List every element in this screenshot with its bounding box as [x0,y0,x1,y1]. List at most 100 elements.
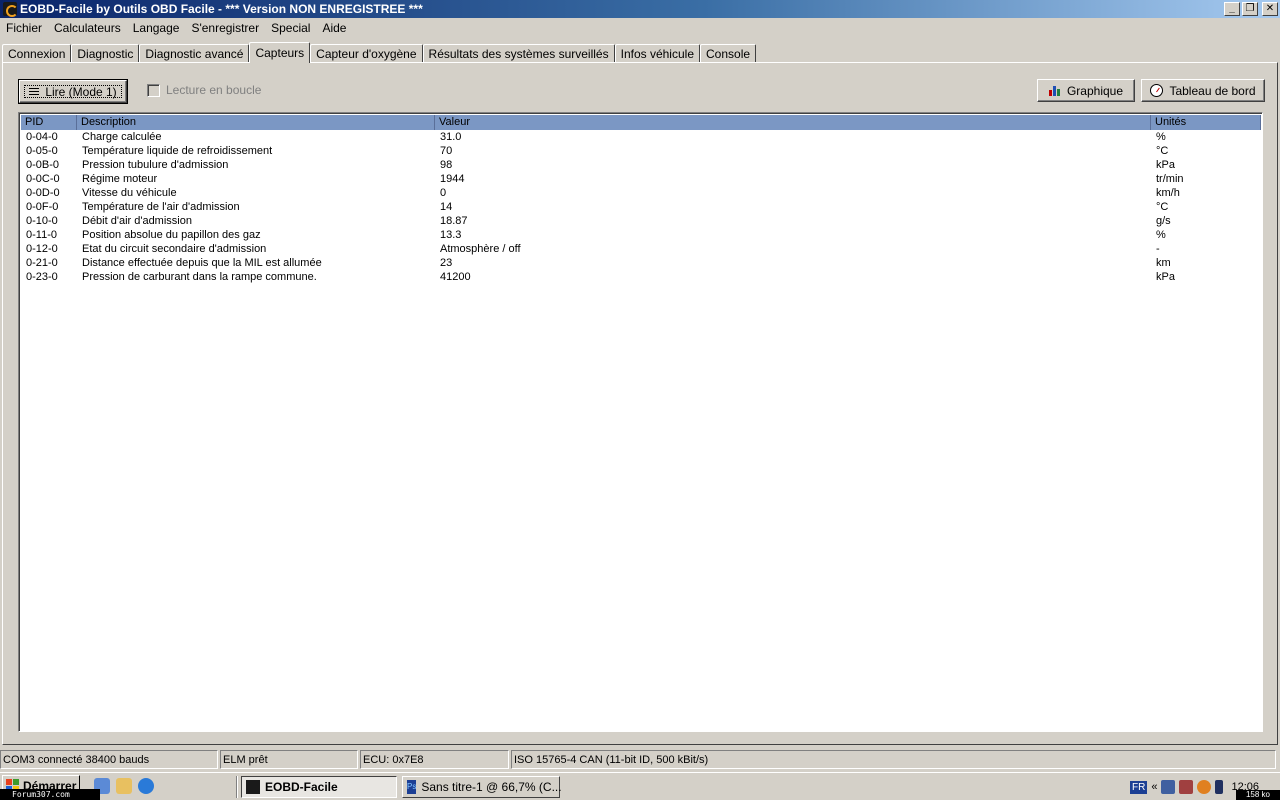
cell-description: Etat du circuit secondaire d'admission [82,243,267,255]
taskbar-photoshop-label: Sans titre-1 @ 66,7% (C... [421,780,562,794]
status-port: COM3 connecté 38400 bauds [0,750,218,769]
table-row[interactable]: 0-10-0 Débit d'air d'admission 18.87 g/s [21,214,1261,228]
cell-value: 41200 [440,271,471,283]
cell-unit: % [1156,229,1166,241]
cell-pid: 0-0B-0 [26,159,60,171]
column-header-valeur[interactable]: Valeur [435,115,1151,130]
cell-value: 23 [440,257,453,269]
cell-unit: kPa [1156,271,1175,283]
menu-aide[interactable]: Aide [316,18,352,38]
sensor-table[interactable]: PID Description Valeur Unités 0-04-0 Char… [18,112,1263,732]
tab-connexion[interactable]: Connexion [2,44,72,63]
cell-description: Position absolue du papillon des gaz [82,229,261,241]
cell-pid: 0-04-0 [26,131,58,143]
close-button[interactable]: ✕ [1262,2,1278,16]
status-ecu: ECU: 0x7E8 [360,750,509,769]
gauge-icon [1150,84,1164,97]
column-header-description[interactable]: Description [77,115,435,130]
taskbar-eobd-label: EOBD-Facile [265,780,338,794]
minimize-button[interactable]: _ [1224,2,1240,16]
cell-pid: 0-23-0 [26,271,58,283]
table-row[interactable]: 0-04-0 Charge calculée 31.0% [21,130,1261,144]
cell-unit: % [1156,131,1166,143]
cell-value: 31.0 [440,131,462,143]
file-size-watermark: 158 ko [1236,790,1280,800]
cell-value: 70 [440,145,453,157]
graph-button[interactable]: Graphique [1037,79,1135,102]
table-row[interactable]: 0-05-0 Température liquide de refroidisse… [21,144,1261,158]
cell-value: 98 [440,159,453,171]
table-row[interactable]: 0-23-0 Pression de carburant dans la ramp… [21,270,1261,284]
column-header-pid[interactable]: PID [21,115,77,130]
graph-label: Graphique [1066,83,1124,98]
cell-value: 14 [440,201,453,213]
tab-diagnostic-avance[interactable]: Diagnostic avancé [139,44,250,63]
table-row[interactable]: 0-0D-0 Vitesse du véhicule 0 km/h [21,186,1261,200]
cell-value: 13.3 [440,229,462,241]
cell-pid: 0-05-0 [26,145,58,157]
taskbar: Démarrer EOBD-Facile Ps Sans titre-1 @ 6… [0,772,1280,800]
tab-resultats-systemes[interactable]: Résultats des systèmes surveillés [422,44,615,63]
cell-pid: 0-11-0 [26,229,57,241]
table-row[interactable]: 0-21-0 Distance effectuée depuis que la M… [21,256,1261,270]
menu-langage[interactable]: Langage [127,18,186,38]
network-icon[interactable] [1161,780,1176,794]
language-indicator[interactable]: FR [1130,780,1148,794]
loop-reading-option: Lecture en boucle [147,83,261,97]
loop-reading-checkbox[interactable] [147,83,160,97]
menu-calculateurs[interactable]: Calculateurs [48,18,127,38]
title-bar: EOBD-Facile by Outils OBD Facile - *** V… [0,0,1280,18]
cell-value: 1944 [440,173,465,185]
eobd-app-icon [246,780,260,794]
read-mode1-button[interactable]: Lire (Mode 1) [18,79,128,104]
tab-infos-vehicule[interactable]: Infos véhicule [614,44,700,63]
bar-chart-icon [1048,85,1061,96]
table-row[interactable]: 0-0F-0 Température de l'air d'admission 14… [21,200,1261,214]
tab-capteurs[interactable]: Capteurs [249,42,311,63]
table-row[interactable]: 0-0C-0 Régime moteur 1944 tr/min [21,172,1261,186]
tab-diagnostic[interactable]: Diagnostic [71,44,140,63]
cell-pid: 0-0D-0 [26,187,60,199]
cell-value: 18.87 [440,215,468,227]
cell-unit: - [1156,243,1160,255]
cell-pid: 0-0C-0 [26,173,60,185]
cell-description: Pression de carburant dans la rampe comm… [82,271,317,283]
internet-explorer-icon[interactable] [138,778,154,794]
taskbar-photoshop[interactable]: Ps Sans titre-1 @ 66,7% (C... [402,776,562,798]
cell-pid: 0-21-0 [26,257,58,269]
cell-unit: °C [1156,201,1169,213]
menu-senregistrer[interactable]: S'enregistrer [185,18,265,38]
table-row[interactable]: 0-12-0 Etat du circuit secondaire d'admis… [21,242,1261,256]
antivirus-icon[interactable] [1197,780,1212,794]
cell-unit: °C [1156,145,1169,157]
folder-icon[interactable] [116,778,132,794]
list-icon [29,87,40,96]
cell-description: Vitesse du véhicule [82,187,177,199]
taskbar-eobd-facile[interactable]: EOBD-Facile [241,776,397,798]
cell-pid: 0-12-0 [26,243,58,255]
tab-capteur-oxygene[interactable]: Capteur d'oxygène [310,44,423,63]
menu-special[interactable]: Special [265,18,316,38]
dashboard-label: Tableau de bord [1169,83,1256,98]
dashboard-button[interactable]: Tableau de bord [1141,79,1265,102]
usb-device-icon[interactable] [1215,780,1224,794]
cell-unit: kPa [1156,159,1175,171]
status-bar: COM3 connecté 38400 bauds ELM prêt ECU: … [0,750,1280,770]
restore-button[interactable]: ❐ [1242,2,1258,16]
status-elm: ELM prêt [220,750,358,769]
cell-description: Distance effectuée depuis que la MIL est… [82,257,322,269]
tray-expand-chevron[interactable]: « [1151,781,1157,793]
quick-launch [94,778,154,794]
cell-description: Température liquide de refroidissement [82,145,273,157]
table-row[interactable]: 0-11-0 Position absolue du papillon des g… [21,228,1261,242]
forum-watermark: Forum307.com [0,789,100,800]
table-header: PID Description Valeur Unités [21,115,1261,130]
column-header-unites[interactable]: Unités [1151,115,1261,130]
table-row[interactable]: 0-0B-0 Pression tubulure d'admission 98 kPa [21,158,1261,172]
cell-value: 0 [440,187,447,199]
app-icon [3,2,18,17]
tab-console[interactable]: Console [700,44,757,63]
menu-fichier[interactable]: Fichier [0,18,48,38]
network-disconnected-icon[interactable] [1179,780,1194,794]
cell-unit: g/s [1156,215,1171,227]
